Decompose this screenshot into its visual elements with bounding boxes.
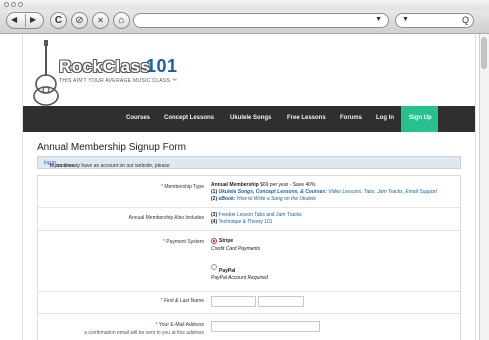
name-label: * First & Last Name	[160, 298, 204, 304]
paypal-radio[interactable]	[211, 264, 217, 270]
signup-form: * Membership Type Annual Membership $69 …	[37, 175, 461, 340]
site-container: RockClass 101 THIS AIN'T YOUR AVERAGE MU…	[22, 34, 476, 340]
plan-name: Annual Membership	[211, 182, 259, 188]
browser-window: ◀ ▶ C ⊘ ✕ ⌂ ▼ ▼ Q RockClass 101 THIS AIN…	[0, 0, 489, 340]
technique-theory-link[interactable]: Technique & Theory 101	[218, 219, 272, 225]
payment-system-label: * Payment System	[162, 239, 204, 245]
divider	[25, 14, 26, 27]
title-bar	[0, 0, 489, 10]
email-field[interactable]	[211, 321, 320, 332]
email-hint: a confirmation email will be sent to you…	[84, 330, 204, 336]
forward-arrow-icon[interactable]: ▶	[30, 15, 36, 24]
browser-toolbar: ◀ ▶ C ⊘ ✕ ⌂ ▼ ▼ Q	[0, 10, 489, 34]
stripe-option-label[interactable]: Stripe	[219, 238, 233, 245]
paypal-option-label[interactable]: PayPal	[219, 268, 235, 275]
logo-wordmark[interactable]: RockClass	[59, 57, 150, 77]
vertical-scrollbar[interactable]	[479, 34, 489, 340]
also-includes-value: (3) Freebie Lesson Tabs and Jam Tracks (…	[211, 212, 302, 226]
site-header: RockClass 101 THIS AIN'T YOUR AVERAGE MU…	[23, 34, 477, 106]
item-number: (4)	[211, 219, 218, 225]
stop-button[interactable]: ⊘	[71, 12, 88, 29]
label-text: First & Last Name	[163, 298, 204, 304]
item-number: (2)	[211, 196, 218, 202]
form-row-payment-system: * Payment System Stripe Credit Card Paym…	[38, 230, 460, 292]
notice-suffix: to continue	[50, 163, 75, 169]
scrollbar-thumb[interactable]	[481, 37, 487, 69]
sign-up-button[interactable]: Sign Up	[401, 106, 438, 132]
notice-text: If you already have an account on our we…	[44, 160, 170, 169]
feature-detail: Video Lessons, Tabs, Jam Tracks, Email S…	[328, 189, 437, 195]
feature-link[interactable]: Ukulele Songs, Concept Lessons, & Course…	[219, 189, 327, 195]
membership-type-value: Annual Membership $69 per year - Save 40…	[211, 182, 437, 203]
search-input[interactable]: ▼ Q	[395, 13, 474, 28]
back-forward-control: ◀ ▶	[6, 12, 44, 29]
label-text: Membership Type	[164, 184, 204, 190]
main-nav: Courses Concept Lessons Ukulele Songs Fr…	[23, 106, 475, 132]
also-includes-label: Annual Membership Also Includes	[128, 215, 204, 221]
nav-item-courses[interactable]: Courses	[126, 115, 150, 121]
plan-price: $69 per year - Save 40%	[260, 182, 316, 188]
stripe-radio[interactable]	[211, 238, 217, 244]
ebook-title: How to Write a Song on the Ukulele	[236, 196, 317, 202]
chevron-down-icon[interactable]: ▼	[375, 16, 382, 23]
last-name-input[interactable]	[258, 296, 304, 307]
back-arrow-icon[interactable]: ◀	[11, 15, 17, 24]
nav-item-log-in[interactable]: Log In	[376, 115, 394, 121]
paypal-option-sub: PayPal Account Required	[211, 275, 268, 281]
minimize-window-button[interactable]	[11, 2, 16, 7]
reload-button[interactable]: C	[50, 12, 67, 29]
form-row-also-includes: Annual Membership Also Includes (3) Free…	[38, 207, 460, 231]
close-window-button[interactable]	[4, 2, 9, 7]
zoom-window-button[interactable]	[18, 2, 23, 7]
close-icon: ✕	[97, 16, 104, 25]
logo-tagline: THIS AIN'T YOUR AVERAGE MUSIC CLASS ™	[59, 78, 178, 84]
label-text: Your E-Mail Address	[158, 322, 204, 328]
home-icon: ⌂	[118, 15, 125, 26]
item-number: (3)	[211, 212, 218, 218]
sign-up-label: Sign Up	[409, 115, 432, 121]
search-icon: Q	[461, 15, 469, 25]
item-number: (1)	[211, 189, 218, 195]
home-button[interactable]: ⌂	[113, 12, 130, 29]
page-title: Annual Membership Signup Form	[37, 142, 186, 153]
first-name-input[interactable]	[211, 296, 256, 307]
membership-type-label: * Membership Type	[161, 184, 204, 190]
stripe-option-sub: Credit Card Payments	[211, 246, 261, 252]
ebook-link[interactable]: eBook:	[219, 196, 236, 202]
reload-icon: C	[54, 15, 63, 26]
form-row-email: * Your E-Mail Address a confirmation ema…	[38, 313, 460, 340]
freebie-lessons-link[interactable]: Freebie Lesson Tabs and Jam Tracks	[219, 212, 302, 218]
nav-item-forums[interactable]: Forums	[340, 115, 362, 121]
label-text: Payment System	[166, 239, 204, 245]
page-viewport: RockClass 101 THIS AIN'T YOUR AVERAGE MU…	[0, 34, 480, 340]
address-bar[interactable]: ▼	[133, 13, 389, 28]
form-row-name: * First & Last Name	[38, 291, 460, 314]
logo-number[interactable]: 101	[146, 56, 178, 77]
nav-item-ukulele-songs[interactable]: Ukulele Songs	[230, 115, 271, 121]
nav-item-concept-lessons[interactable]: Concept Lessons	[164, 115, 214, 121]
nav-item-free-lessons[interactable]: Free Lessons	[287, 115, 326, 121]
email-label: * Your E-Mail Address	[155, 322, 204, 328]
login-notice: If you already have an account on our we…	[37, 156, 461, 169]
ukulele-logo-icon[interactable]	[31, 40, 61, 106]
close-tab-button[interactable]: ✕	[92, 12, 109, 29]
chevron-down-icon[interactable]: ▼	[402, 16, 409, 23]
stop-icon: ⊘	[75, 15, 84, 26]
form-row-membership-type: * Membership Type Annual Membership $69 …	[38, 176, 460, 208]
